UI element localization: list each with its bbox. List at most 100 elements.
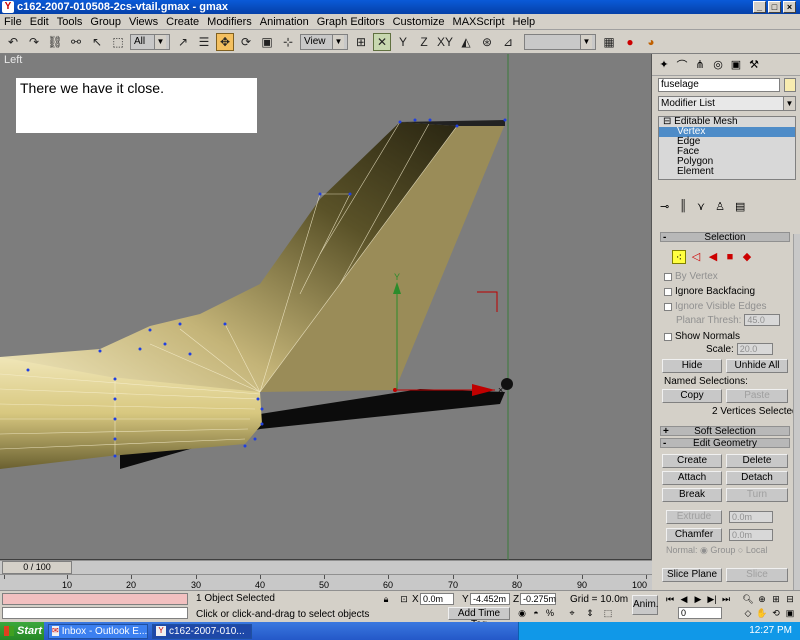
- slice-button[interactable]: Slice: [726, 568, 788, 582]
- attach-button[interactable]: Attach: [662, 471, 722, 485]
- ignore-visible-edges-checkbox[interactable]: Ignore Visible Edges: [664, 301, 767, 312]
- maximize-button[interactable]: □: [768, 1, 781, 13]
- menu-animation[interactable]: Animation: [260, 16, 309, 28]
- soft-selection-rollout-header[interactable]: + Soft Selection: [660, 426, 790, 437]
- select-name-icon[interactable]: ☰: [195, 33, 213, 51]
- snap-icon[interactable]: ⊿: [499, 33, 517, 51]
- select-icon[interactable]: ↖: [88, 33, 106, 51]
- y-coordinate-field[interactable]: -4.452m: [470, 593, 510, 605]
- start-button[interactable]: Start: [0, 622, 44, 640]
- mirror-icon[interactable]: ◭: [457, 33, 475, 51]
- menu-create[interactable]: Create: [166, 16, 199, 28]
- command-panel-scrollbar[interactable]: [793, 234, 800, 594]
- window-crossing-icon[interactable]: ⬚: [602, 607, 614, 619]
- create-tab-icon[interactable]: ✦: [656, 58, 672, 71]
- next-frame-icon[interactable]: ▶|: [706, 593, 718, 605]
- current-frame-field[interactable]: 0: [678, 607, 722, 619]
- slice-plane-button[interactable]: Slice Plane: [662, 568, 722, 582]
- z-coordinate-field[interactable]: -0.275m: [520, 593, 556, 605]
- minimize-button[interactable]: _: [753, 1, 766, 13]
- angle-snap-icon[interactable]: ◓: [530, 607, 542, 619]
- menu-graph-editors[interactable]: Graph Editors: [317, 16, 385, 28]
- make-unique-icon[interactable]: ⋎: [697, 200, 705, 213]
- absolute-mode-icon[interactable]: ⊡: [398, 593, 410, 605]
- zoom-extents-icon[interactable]: ⊞: [770, 593, 782, 605]
- time-slider[interactable]: 0 / 100: [0, 560, 652, 574]
- remove-modifier-icon[interactable]: ♙: [715, 200, 725, 213]
- hide-button[interactable]: Hide: [662, 359, 722, 373]
- render-icon[interactable]: ●: [621, 33, 639, 51]
- close-button[interactable]: ×: [783, 1, 796, 13]
- configure-sets-icon[interactable]: ▤: [735, 200, 745, 213]
- face-mode-icon[interactable]: ◀: [706, 250, 720, 264]
- redo-icon[interactable]: ↷: [25, 33, 43, 51]
- menu-tools[interactable]: Tools: [57, 16, 83, 28]
- delete-button[interactable]: Delete: [726, 454, 788, 468]
- align-icon[interactable]: ⊛: [478, 33, 496, 51]
- zoom-extents-all-icon[interactable]: ⊟: [784, 593, 796, 605]
- chamfer-button[interactable]: Chamfer: [666, 528, 722, 542]
- menu-views[interactable]: Views: [129, 16, 158, 28]
- time-slider-thumb[interactable]: 0 / 100: [2, 561, 72, 574]
- planar-thresh-spinner[interactable]: 45.0: [744, 314, 781, 326]
- play-icon[interactable]: ▶: [692, 593, 704, 605]
- modifier-list-dropdown[interactable]: Modifier List ▼: [658, 96, 796, 111]
- region-select-icon[interactable]: ⬚: [109, 33, 127, 51]
- viewport-left[interactable]: Left Y × There we have it close.: [0, 54, 652, 560]
- task-gmax[interactable]: Yc162-2007-010...: [152, 623, 252, 639]
- create-button[interactable]: Create: [662, 454, 722, 468]
- edit-geometry-rollout-header[interactable]: - Edit Geometry: [660, 438, 790, 449]
- lock-selection-icon[interactable]: 🔒︎: [380, 593, 392, 605]
- motion-tab-icon[interactable]: ◎: [710, 58, 726, 71]
- unhide-all-button[interactable]: Unhide All: [726, 359, 788, 373]
- object-color-swatch[interactable]: [784, 78, 796, 92]
- zoom-icon[interactable]: 🔍︎: [742, 593, 754, 605]
- axis-z-icon[interactable]: Z: [415, 33, 433, 51]
- gmax-app-icon[interactable]: Y: [2, 1, 14, 13]
- menu-file[interactable]: File: [4, 16, 22, 28]
- maximize-viewport-icon[interactable]: ▣: [784, 607, 796, 619]
- named-selection-dropdown[interactable]: ▼: [524, 33, 596, 50]
- group-radio[interactable]: ◉ Group: [700, 545, 735, 555]
- task-outlook[interactable]: ✉ Inbox - Outlook E...: [48, 623, 148, 639]
- modify-tab-icon[interactable]: ⌒: [674, 57, 690, 73]
- normals-scale-spinner[interactable]: 20.0: [736, 343, 773, 355]
- local-radio[interactable]: ○ Local: [738, 545, 767, 555]
- spinner-snap-icon[interactable]: ⇕: [584, 607, 596, 619]
- vertex-mode-icon[interactable]: ⁖: [672, 250, 686, 264]
- paste-button[interactable]: Paste: [726, 389, 788, 403]
- move-icon[interactable]: ✥: [216, 32, 234, 51]
- pin-stack-icon[interactable]: ⊸: [660, 200, 669, 213]
- select-by-name-icon[interactable]: ↗: [174, 33, 192, 51]
- show-end-result-icon[interactable]: ║: [679, 200, 687, 213]
- menu-customize[interactable]: Customize: [393, 16, 445, 28]
- unlink-icon[interactable]: ⚯: [67, 33, 85, 51]
- go-to-start-icon[interactable]: ⏮: [664, 593, 676, 605]
- hierarchy-tab-icon[interactable]: ⋔: [692, 58, 708, 71]
- turn-button[interactable]: Turn: [726, 488, 788, 502]
- menu-help[interactable]: Help: [513, 16, 536, 28]
- copy-button[interactable]: Copy: [662, 389, 722, 403]
- object-name-field[interactable]: fuselage: [658, 78, 780, 92]
- track-bar[interactable]: 10 20 30 40 50 60 70 80 90 100: [0, 574, 652, 590]
- snap-3d-icon[interactable]: ⌖: [566, 607, 578, 619]
- ignore-backfacing-checkbox[interactable]: Ignore Backfacing: [664, 286, 755, 297]
- add-time-tag-button[interactable]: Add Time Tag: [448, 607, 510, 630]
- polygon-mode-icon[interactable]: ■: [723, 250, 737, 264]
- pan-icon[interactable]: ✋: [756, 607, 768, 619]
- edge-mode-icon[interactable]: ◁: [689, 250, 703, 264]
- element-mode-icon[interactable]: ◆: [740, 250, 754, 264]
- selection-rollout-header[interactable]: - Selection: [660, 232, 790, 243]
- x-coordinate-field[interactable]: 0.0m: [420, 593, 454, 605]
- zoom-all-icon[interactable]: ⊕: [756, 593, 768, 605]
- menu-edit[interactable]: Edit: [30, 16, 49, 28]
- go-to-end-icon[interactable]: ⏭: [720, 593, 732, 605]
- percent-snap-icon[interactable]: %: [544, 607, 556, 619]
- display-tab-icon[interactable]: ▣: [728, 58, 744, 71]
- previous-frame-icon[interactable]: ◀: [678, 593, 690, 605]
- field-of-view-icon[interactable]: ◇: [742, 607, 754, 619]
- pivot-center-icon[interactable]: ⊞: [352, 33, 370, 51]
- link-icon[interactable]: ⛓: [46, 33, 64, 51]
- menu-modifiers[interactable]: Modifiers: [207, 16, 252, 28]
- axis-constraint-icon[interactable]: ✕: [373, 32, 391, 51]
